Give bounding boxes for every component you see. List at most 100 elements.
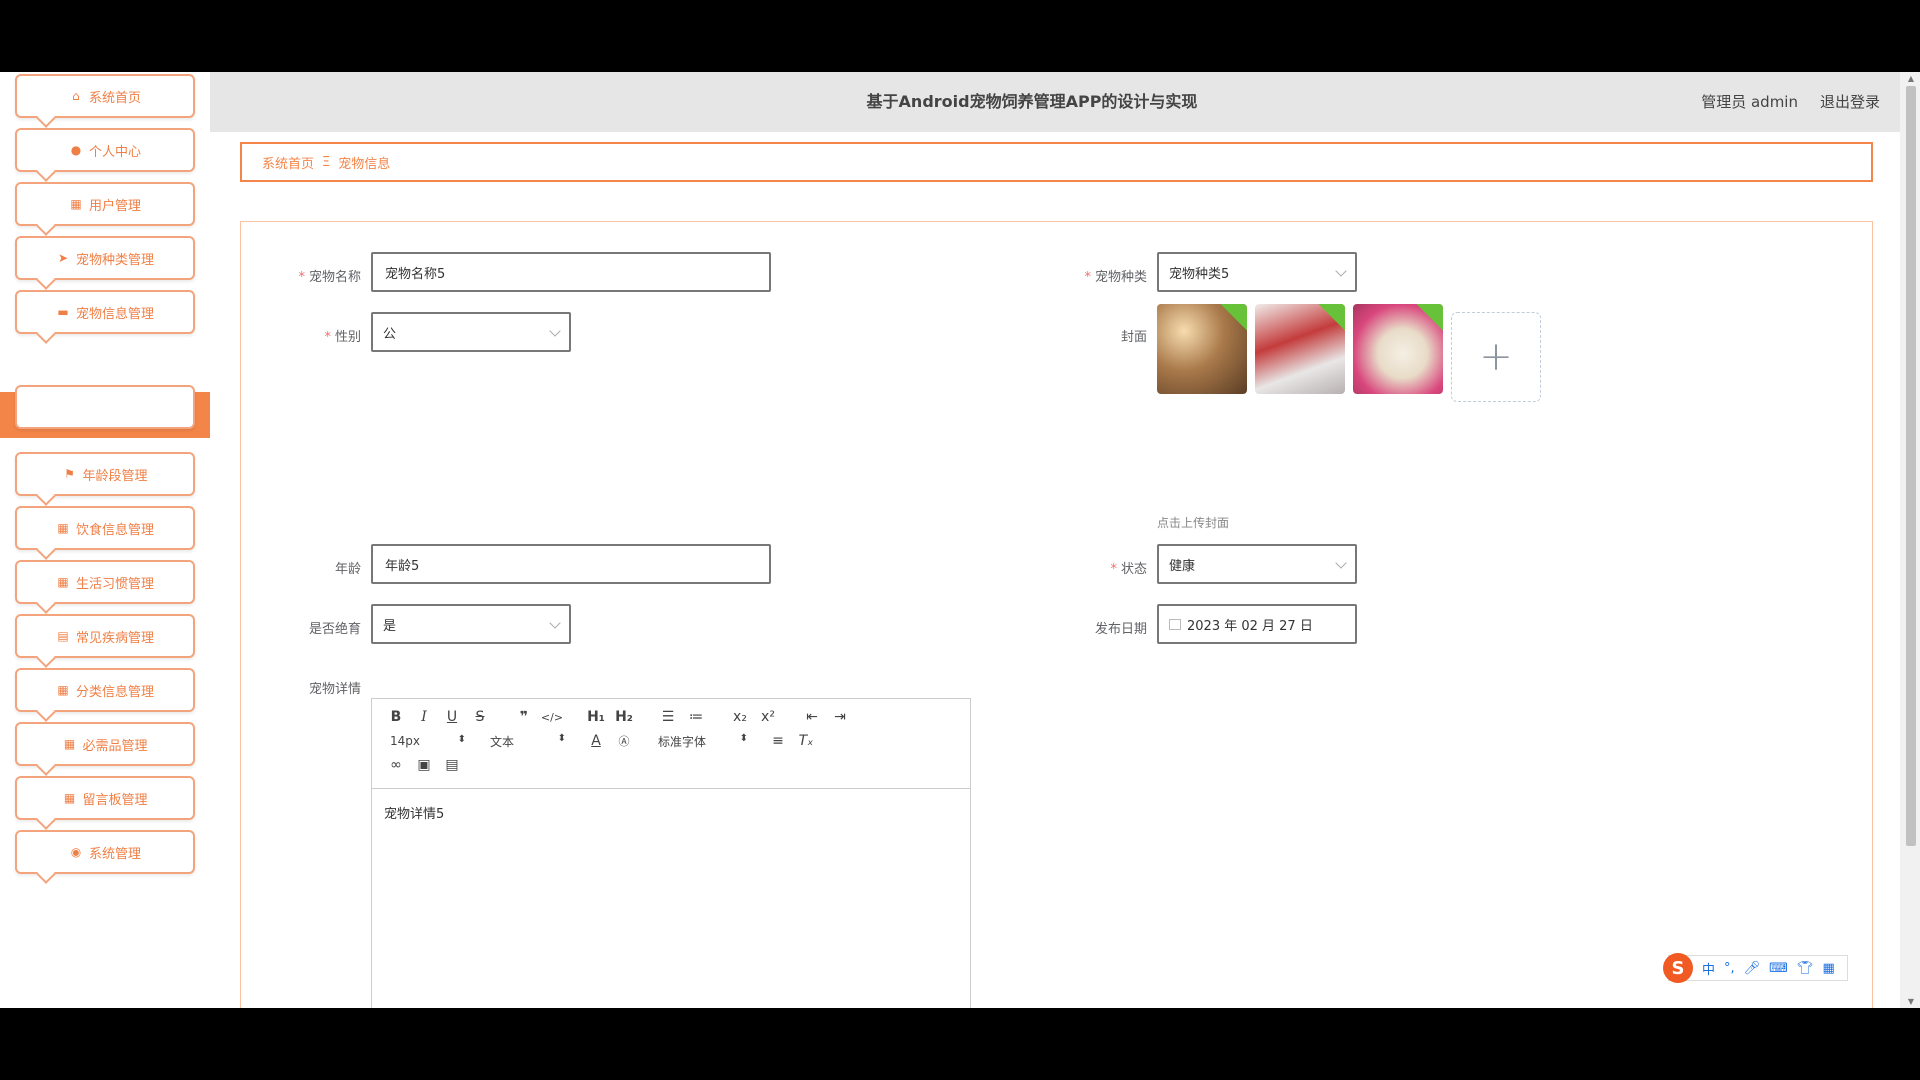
chevron-down-icon xyxy=(1335,557,1347,569)
required-mark: * xyxy=(324,330,331,345)
strike-icon[interactable]: S xyxy=(466,709,494,725)
microphone-icon[interactable]: 🎤︎ xyxy=(1744,961,1761,976)
sidebar-item-pet-types[interactable]: ➤ 宠物种类管理 xyxy=(15,236,195,290)
uploaded-check-icon xyxy=(1413,304,1443,333)
neutered-label: 是否绝育 xyxy=(308,622,361,637)
logout-link[interactable]: 退出登录 xyxy=(1820,72,1880,132)
status-select[interactable]: 健康 xyxy=(1157,544,1357,584)
pet-type-value: 宠物种类5 xyxy=(1169,266,1230,282)
uploaded-check-icon xyxy=(1315,304,1345,333)
sidebar-item-home[interactable]: ⌂ 系统首页 xyxy=(15,74,195,128)
grid-icon: ▦ xyxy=(70,197,82,211)
skin-icon[interactable]: 👕︎ xyxy=(1797,961,1814,976)
video-icon[interactable]: ▤ xyxy=(438,757,466,773)
sidebar-item-label: 年龄段管理 xyxy=(82,468,148,484)
updown-icon: ⬍ xyxy=(557,732,566,744)
sidebar-item-pet-info[interactable]: ▬ 宠物信息管理 xyxy=(15,290,195,344)
image-icon[interactable]: ▣ xyxy=(410,757,438,773)
grid-icon: ▦ xyxy=(63,791,76,805)
sidebar-item-label: 用户管理 xyxy=(88,198,141,214)
scroll-up-icon[interactable]: ▲ xyxy=(1908,74,1914,83)
sidebar-item-label: 常见疾病管理 xyxy=(75,630,154,646)
ime-punct[interactable]: °, xyxy=(1724,961,1735,976)
clear-format-icon[interactable]: Tₓ xyxy=(792,733,820,749)
location-icon: ◉ xyxy=(70,845,82,859)
ordered-list-icon[interactable]: ☰ xyxy=(654,709,682,725)
font-family-picker[interactable]: 标准字体 ⬍ xyxy=(654,733,748,750)
sidebar-item-age-groups[interactable]: ⚑ 年龄段管理 xyxy=(15,452,195,506)
sidebar-item-label: 分类信息管理 xyxy=(75,684,154,700)
grid-icon: ▦ xyxy=(57,683,69,697)
flag-icon: ⚑ xyxy=(64,467,75,481)
calendar-icon xyxy=(1169,618,1181,630)
font-size-picker[interactable]: 14px ⬍ xyxy=(382,734,466,748)
editor-content[interactable]: 宠物详情5 xyxy=(372,789,970,836)
superscript-icon[interactable]: x² xyxy=(754,709,782,725)
italic-icon[interactable]: I xyxy=(410,709,438,725)
breadcrumb-separator: Ξ xyxy=(322,154,331,170)
sidebar-item-users[interactable]: ▦ 用户管理 xyxy=(15,182,195,236)
sidebar: ⌂系统首页 ●个人中心 ▦用户管理 ➤宠物种类管理 ▬宠物信息管理 宠物信息 ⚑… xyxy=(0,72,210,1008)
sidebar-item-diet[interactable]: ▦ 饮食信息管理 xyxy=(15,506,195,560)
sidebar-item-diseases[interactable]: ▤ 常见疾病管理 xyxy=(15,614,195,668)
link-icon[interactable]: ∞ xyxy=(382,757,410,773)
blockquote-icon[interactable]: ❞ xyxy=(510,709,538,725)
header-1-icon[interactable]: H₁ xyxy=(582,709,610,725)
paragraph-picker[interactable]: 文本 ⬍ xyxy=(482,733,566,750)
bold-icon[interactable]: B xyxy=(382,709,410,725)
outdent-icon[interactable]: ⇤ xyxy=(798,709,826,725)
subscript-icon[interactable]: x₂ xyxy=(726,709,754,725)
uploaded-check-icon xyxy=(1217,304,1247,333)
breadcrumb: 系统首页 Ξ 宠物信息 xyxy=(240,142,1873,182)
background-color-icon[interactable]: Ⓐ xyxy=(610,733,638,749)
sidebar-item-label: 留言板管理 xyxy=(82,792,148,808)
scrollbar-thumb[interactable] xyxy=(1906,86,1916,846)
required-mark: * xyxy=(1110,562,1117,577)
sidebar-item-necessities[interactable]: ▦ 必需品管理 xyxy=(15,722,195,776)
keyboard-icon[interactable]: ⌨ xyxy=(1769,961,1788,976)
apps-grid-icon[interactable]: ▦ xyxy=(1822,961,1834,976)
sidebar-item-messages[interactable]: ▦ 留言板管理 xyxy=(15,776,195,830)
app-title: 基于Android宠物饲养管理APP的设计与实现 xyxy=(866,92,1198,111)
sidebar-item-categories[interactable]: ▦ 分类信息管理 xyxy=(15,668,195,722)
publish-date-picker[interactable]: 2023 年 02 月 27 日 xyxy=(1157,604,1357,644)
breadcrumb-current: 宠物信息 xyxy=(338,156,391,172)
pet-name-label: * 宠物名称 xyxy=(298,270,361,285)
header-2-icon[interactable]: H₂ xyxy=(610,709,638,725)
neutered-select[interactable]: 是 xyxy=(371,604,571,644)
pet-name-input[interactable]: 宠物名称5 xyxy=(371,252,771,292)
ime-lang[interactable]: 中 xyxy=(1702,959,1715,978)
sidebar-item-profile[interactable]: ● 个人中心 xyxy=(15,128,195,182)
breadcrumb-home[interactable]: 系统首页 xyxy=(262,153,314,172)
chevron-down-icon xyxy=(1335,265,1347,277)
gender-select[interactable]: 公 xyxy=(371,312,571,352)
vertical-scrollbar[interactable]: ▲ ▼ xyxy=(1900,72,1920,1008)
publish-date-value: 2023 年 02 月 27 日 xyxy=(1187,618,1313,634)
status-label: * 状态 xyxy=(1110,562,1147,577)
scroll-down-icon[interactable]: ▼ xyxy=(1908,997,1914,1006)
cover-image-poodle[interactable] xyxy=(1353,304,1443,394)
sogou-logo-icon: S xyxy=(1663,953,1693,983)
cover-image-cat[interactable] xyxy=(1157,304,1247,394)
sidebar-item-label: 宠物种类管理 xyxy=(75,252,154,268)
toolbar-row: 14px ⬍ 文本 ⬍ A Ⓐ 标准字体 ⬍ ≡ Tₓ xyxy=(382,729,960,753)
align-icon[interactable]: ≡ xyxy=(764,733,792,749)
sidebar-item-system[interactable]: ◉ 系统管理 xyxy=(15,830,195,884)
bullet-list-icon[interactable]: ≔ xyxy=(682,709,710,725)
underline-icon[interactable]: U xyxy=(438,709,466,725)
pet-type-select[interactable]: 宠物种类5 xyxy=(1157,252,1357,292)
code-block-icon[interactable]: </> xyxy=(538,711,566,724)
ime-toolbar[interactable]: S 中 °, 🎤︎ ⌨ 👕︎ ▦ xyxy=(1663,953,1848,983)
age-input[interactable]: 年龄5 xyxy=(371,544,771,584)
cover-image-dog-santa[interactable] xyxy=(1255,304,1345,394)
indent-icon[interactable]: ⇥ xyxy=(826,709,854,725)
sidebar-item-habits[interactable]: ▦ 生活习惯管理 xyxy=(15,560,195,614)
cover-label: 封面 xyxy=(1120,330,1147,345)
add-cover-button[interactable]: + xyxy=(1451,312,1541,402)
font-color-icon[interactable]: A xyxy=(582,733,610,749)
home-icon: ⌂ xyxy=(72,89,80,103)
top-header: 基于Android宠物饲养管理APP的设计与实现 管理员 admin 退出登录 xyxy=(210,72,1900,132)
upload-cover-hint: 点击上传封面 xyxy=(1157,516,1230,530)
rich-text-editor: B I U S ❞ </> H₁ H₂ ☰ ≔ x₂ x² ⇤ ⇥ 14px ⬍… xyxy=(371,698,971,1008)
chevron-down-icon xyxy=(549,325,561,337)
